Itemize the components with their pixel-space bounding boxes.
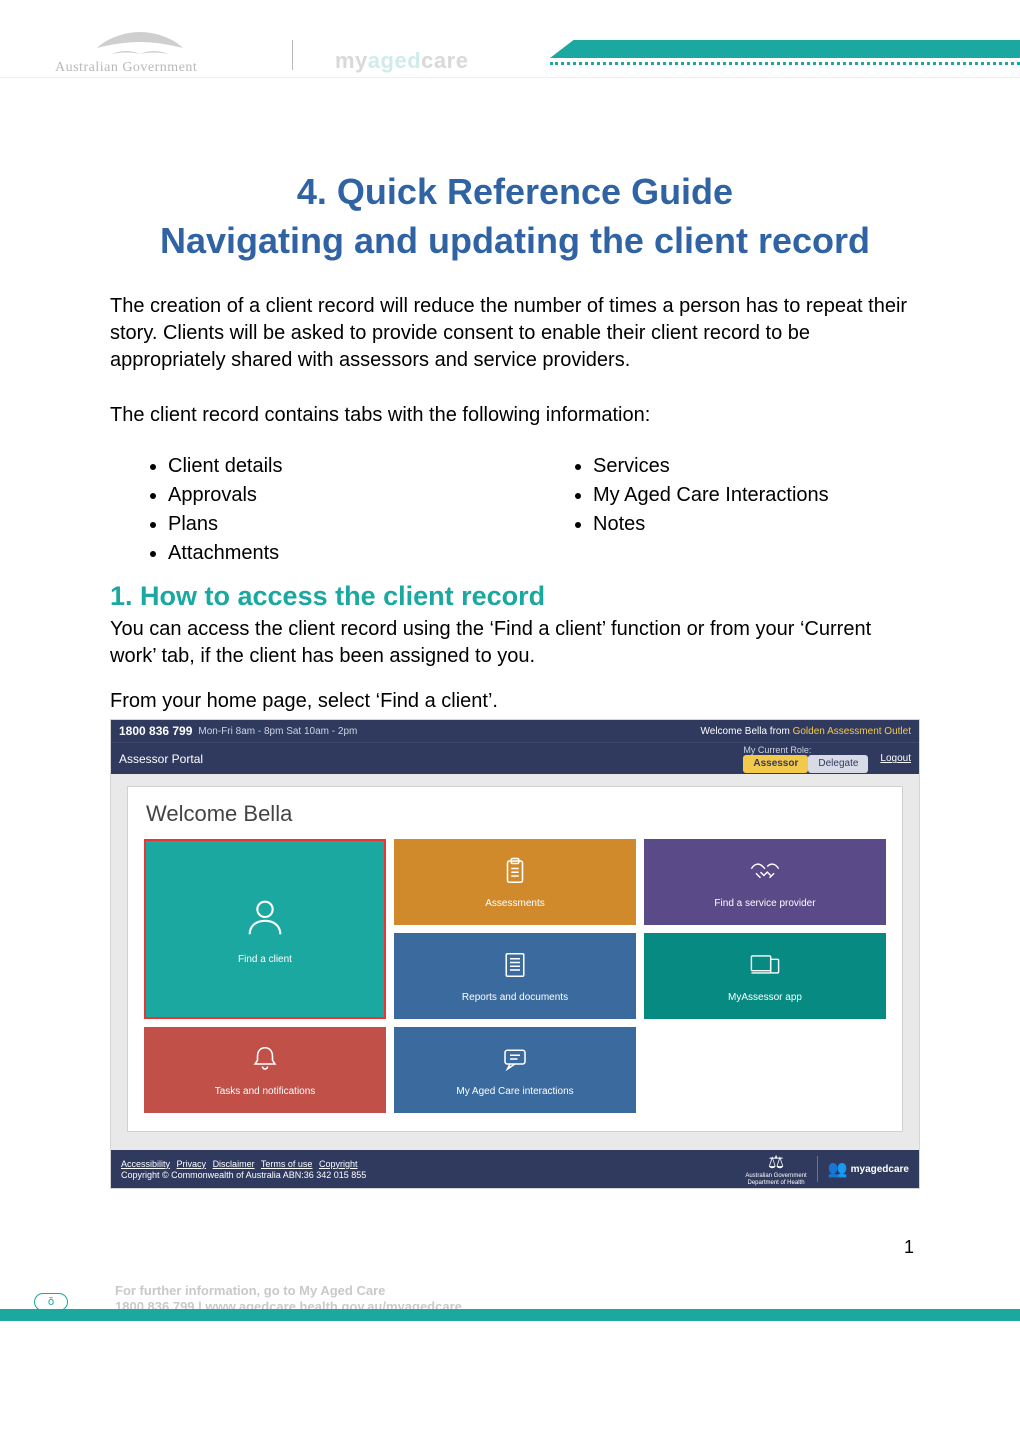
portal-footer: Accessibility Privacy Disclaimer Terms o… (111, 1150, 919, 1188)
brand-prefix: my (335, 48, 368, 73)
portal-rolebar: Assessor Portal My Current Role: Assesso… (111, 742, 919, 774)
brand-divider (292, 40, 293, 70)
role-switch: My Current Role: Assessor Delegate Logou… (743, 745, 911, 773)
crest-line2: Department of Health (745, 1180, 806, 1187)
portal-main: Welcome Bella Find a client (111, 774, 919, 1150)
portal-hours: Mon-Fri 8am - 8pm Sat 10am - 2pm (198, 726, 357, 737)
handshake-icon (748, 856, 782, 892)
chat-icon (500, 1044, 530, 1080)
portal-welcome: Welcome Bella from Golden Assessment Out… (701, 726, 911, 737)
tile-find-provider[interactable]: Find a service provider (644, 839, 886, 925)
tile-label: Find a service provider (714, 898, 815, 909)
footer-copyright: Copyright © Commonwealth of Australia AB… (121, 1170, 366, 1180)
footer-line (0, 1309, 1020, 1321)
page-body: 4. Quick Reference Guide Navigating and … (0, 78, 1020, 1229)
brand-mid: aged (368, 48, 421, 73)
ribbon-shape (550, 40, 1020, 58)
list-item: My Aged Care Interactions (593, 484, 920, 507)
tile-assessments[interactable]: Assessments (394, 839, 636, 925)
portal-label: Assessor Portal (119, 752, 203, 766)
intro-paragraph-1: The creation of a client record will red… (110, 293, 920, 374)
page-title: 4. Quick Reference Guide Navigating and … (110, 168, 920, 265)
footer-crest-group: ⚖ Australian Government Department of He… (745, 1152, 909, 1186)
doc-footer: 1 ŏ For further information, go to My Ag… (0, 1289, 1020, 1349)
tile-myassessor[interactable]: MyAssessor app (644, 933, 886, 1019)
footer-link[interactable]: Disclaimer (213, 1159, 255, 1169)
bell-icon (250, 1044, 280, 1080)
tile-label: MyAssessor app (728, 992, 802, 1003)
footer-link[interactable]: Terms of use (261, 1159, 313, 1169)
brand-strip: Australian Government myagedcare (0, 0, 1020, 78)
section-1-step: From your home page, select ‘Find a clie… (110, 688, 920, 715)
bullet-list-left: Client details Approvals Plans Attachmen… (110, 449, 495, 571)
list-item: Client details (168, 455, 495, 478)
gov-label: Australian Government (55, 60, 197, 76)
tile-tasks[interactable]: Tasks and notifications (144, 1027, 386, 1113)
role-assessor-button[interactable]: Assessor (743, 755, 808, 773)
assessor-portal-screenshot: 1800 836 799 Mon-Fri 8am - 8pm Sat 10am … (110, 719, 920, 1189)
tile-reports[interactable]: Reports and documents (394, 933, 636, 1019)
document-list-icon (500, 950, 530, 986)
page-number: 1 (904, 1237, 914, 1258)
tile-interactions[interactable]: My Aged Care interactions (394, 1027, 636, 1113)
portal-phone: 1800 836 799 (119, 724, 192, 738)
footer-mac-text: myagedcare (851, 1164, 909, 1175)
person-small-icon: 👥 (828, 1159, 848, 1179)
list-item: Notes (593, 513, 920, 536)
tile-label: Find a client (238, 954, 292, 965)
role-label: My Current Role: (743, 745, 811, 755)
footer-link[interactable]: Copyright (319, 1159, 358, 1169)
footer-link[interactable]: Accessibility (121, 1159, 170, 1169)
portal-card-welcome: Welcome Bella (146, 801, 886, 827)
welcome-prefix: Welcome Bella from (701, 726, 790, 737)
title-line1: 4. Quick Reference Guide (297, 171, 733, 212)
tile-label: Reports and documents (462, 992, 568, 1003)
tile-label: Assessments (485, 898, 544, 909)
devices-icon (748, 950, 782, 986)
footer-mac-logo: 👥 myagedcare (828, 1159, 909, 1179)
footer-info-line1: For further information, go to My Aged C… (115, 1283, 385, 1298)
welcome-org: Golden Assessment Outlet (793, 726, 911, 737)
crest-line1: Australian Government (745, 1173, 806, 1180)
brand-suffix: care (421, 48, 468, 73)
list-item: Plans (168, 513, 495, 536)
title-line2: Navigating and updating the client recor… (160, 220, 870, 261)
bullet-columns: Client details Approvals Plans Attachmen… (110, 449, 920, 571)
list-item: Approvals (168, 484, 495, 507)
list-item: Services (593, 455, 920, 478)
myagedcare-logo: myagedcare (335, 48, 468, 74)
tile-find-client[interactable]: Find a client (144, 839, 386, 1019)
intro-paragraph-2: The client record contains tabs with the… (110, 402, 920, 429)
ribbon-dots (550, 62, 1020, 68)
tile-label: Tasks and notifications (215, 1086, 316, 1097)
portal-topbar: 1800 836 799 Mon-Fri 8am - 8pm Sat 10am … (111, 720, 919, 742)
clipboard-icon (500, 856, 530, 892)
footer-links: Accessibility Privacy Disclaimer Terms o… (121, 1159, 366, 1180)
bullet-list-right: Services My Aged Care Interactions Notes (535, 449, 920, 571)
section-1-paragraph: You can access the client record using t… (110, 616, 920, 670)
list-item: Attachments (168, 542, 495, 565)
footer-link[interactable]: Privacy (177, 1159, 207, 1169)
portal-card: Welcome Bella Find a client (127, 786, 903, 1132)
tile-label: My Aged Care interactions (456, 1086, 573, 1097)
role-delegate-button[interactable]: Delegate (808, 755, 868, 773)
gov-crest-icon (95, 28, 185, 60)
crest-icon: ⚖ (745, 1152, 806, 1173)
person-icon (242, 894, 288, 948)
section-1-heading: 1. How to access the client record (110, 581, 920, 612)
logout-link[interactable]: Logout (880, 753, 911, 764)
portal-tiles: Find a client Assessments (144, 839, 886, 1113)
